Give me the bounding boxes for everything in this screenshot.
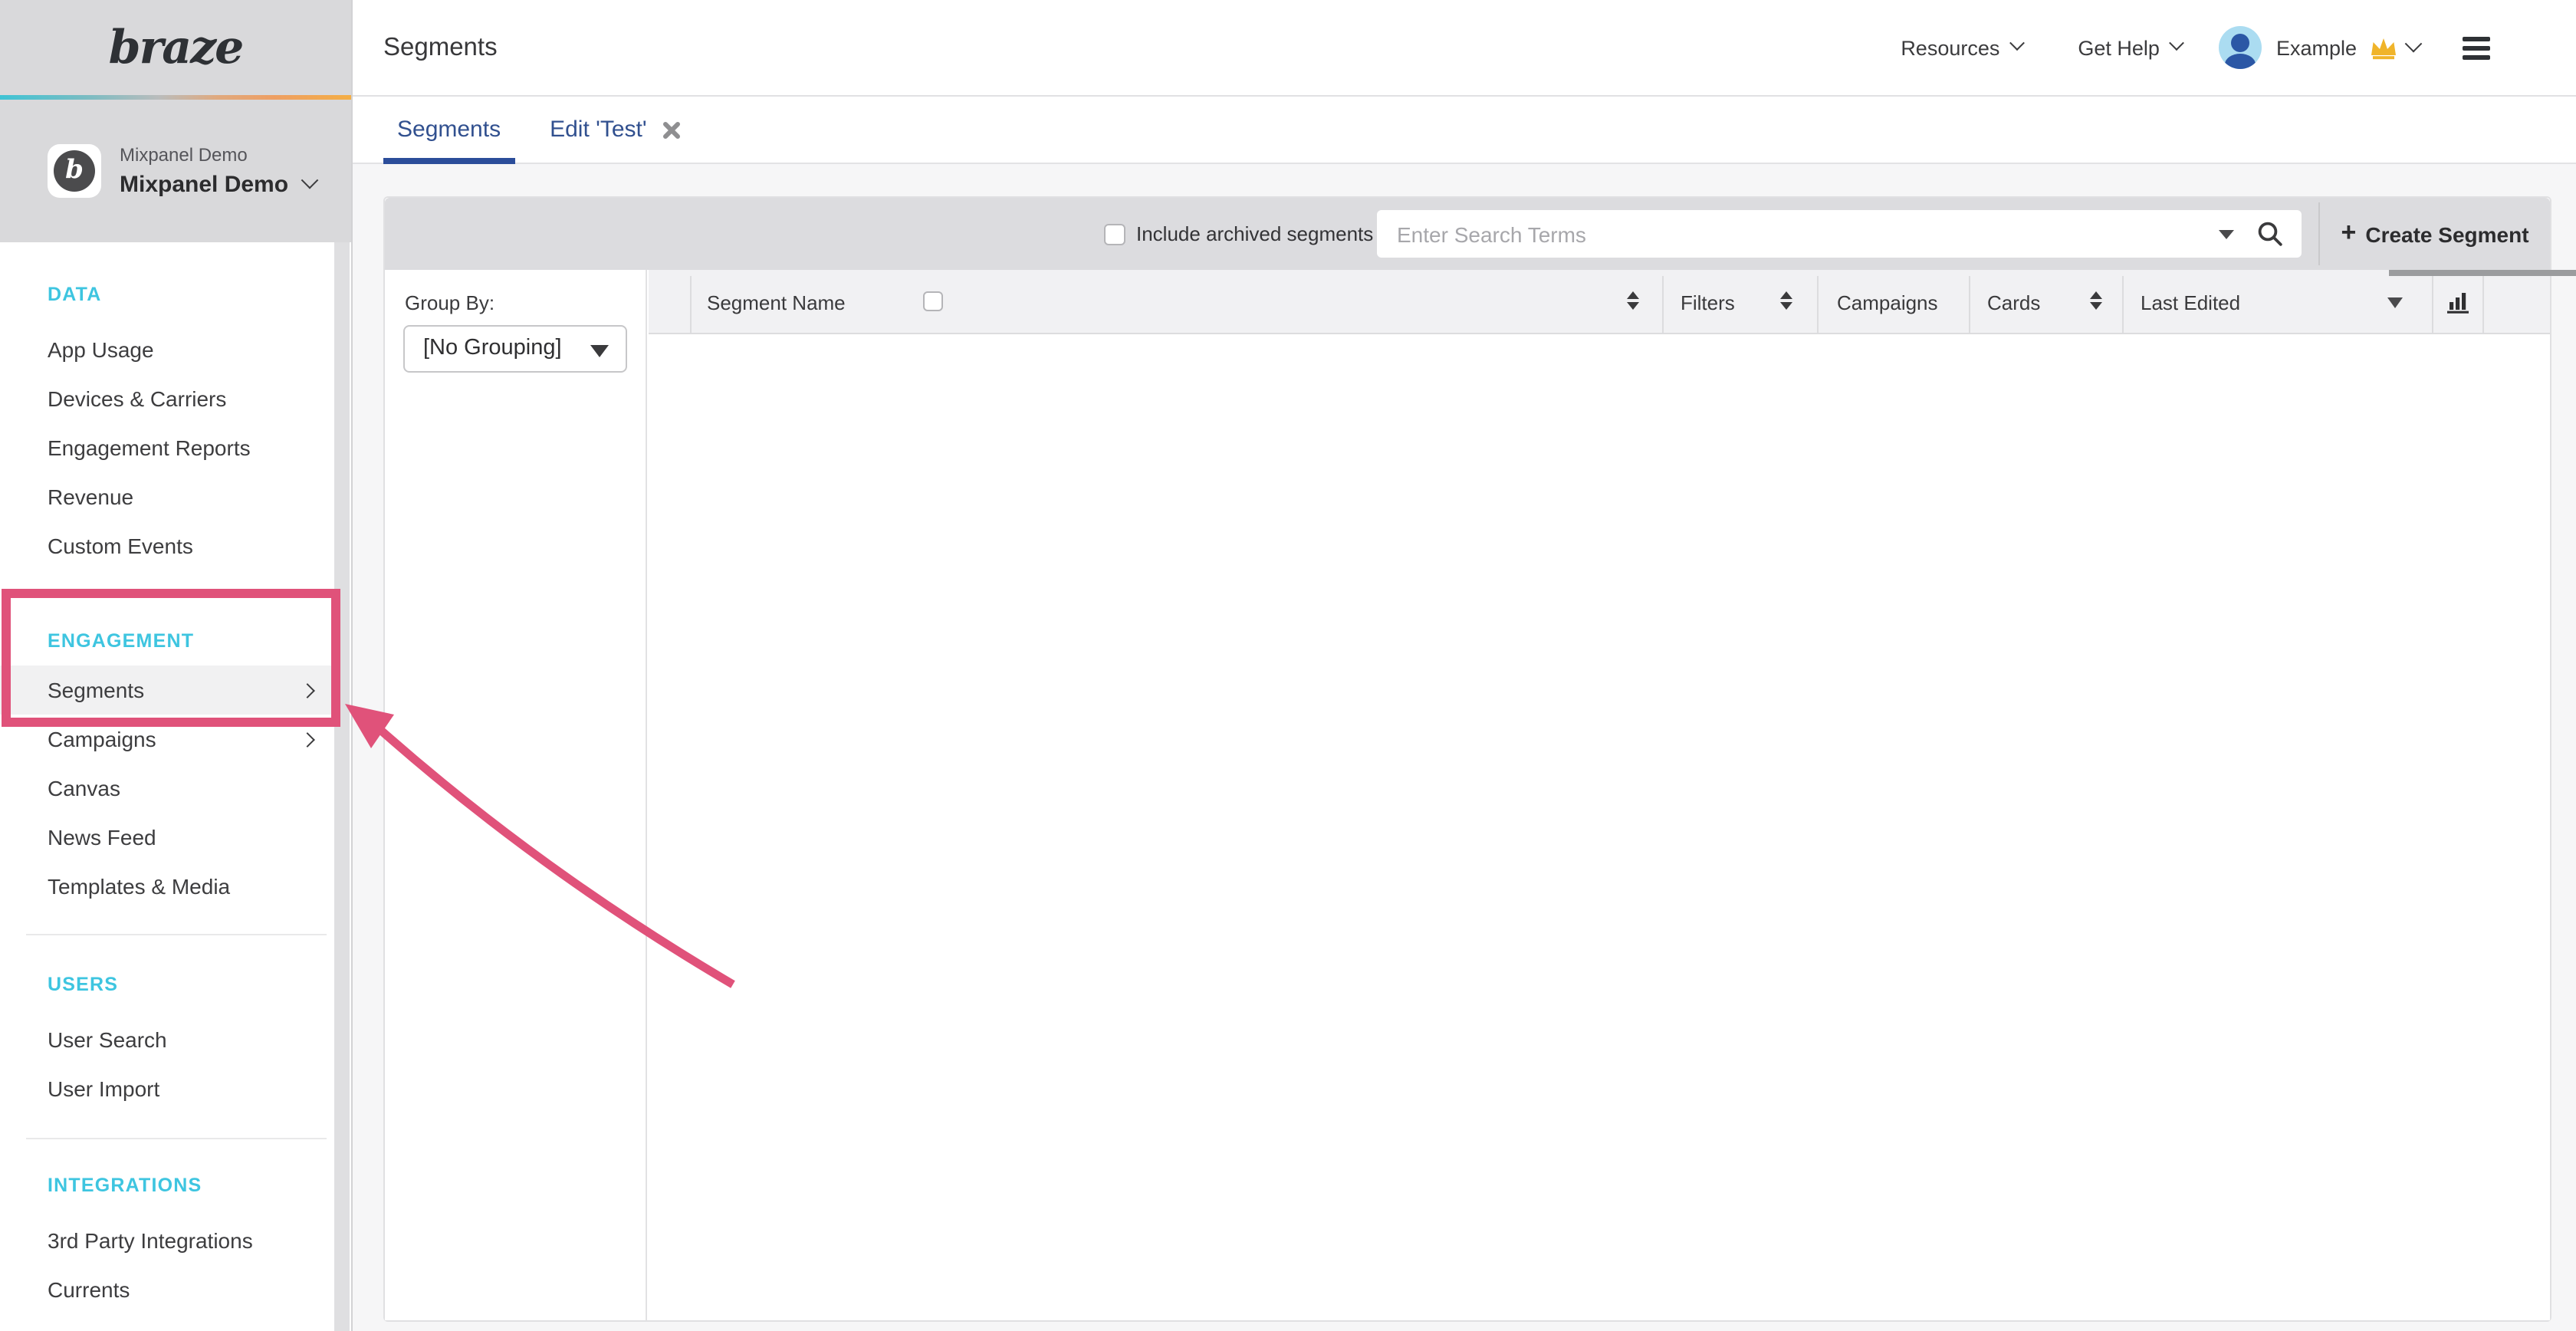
sidebar-divider xyxy=(26,934,327,935)
search-icon[interactable] xyxy=(2257,221,2283,255)
workspace-icon: b xyxy=(48,144,101,198)
user-name[interactable]: Example xyxy=(2276,36,2357,59)
filter-bar: Include archived segments + Create Segme… xyxy=(385,198,2550,270)
workspace-icon-circle: b xyxy=(54,150,95,192)
search-input[interactable] xyxy=(1377,210,2302,258)
sidebar-divider xyxy=(26,1138,327,1139)
group-by-label: Group By: xyxy=(405,291,495,314)
active-tab-underline xyxy=(383,157,514,163)
workspace-selector[interactable]: b Mixpanel Demo Mixpanel Demo xyxy=(0,100,351,242)
brand-header: braze xyxy=(0,0,351,95)
dropdown-caret-icon xyxy=(590,345,609,357)
get-help-menu[interactable]: Get Help xyxy=(2078,36,2183,59)
column-filters[interactable]: Filters xyxy=(1681,270,1735,334)
page-title: Segments xyxy=(383,33,498,62)
sidebar-item-3rd-party-integrations[interactable]: 3rd Party Integrations xyxy=(0,1216,331,1265)
crown-icon xyxy=(2369,35,2398,60)
chevron-right-icon xyxy=(300,732,315,748)
select-all-checkbox[interactable] xyxy=(923,291,943,311)
horizontal-scrollbar-thumb[interactable] xyxy=(2389,270,2576,276)
sidebar-item-currents[interactable]: Currents xyxy=(0,1265,331,1314)
sort-icon[interactable] xyxy=(1627,291,1639,310)
workspace-app-name: Mixpanel Demo xyxy=(120,144,316,166)
workspace-name: Mixpanel Demo xyxy=(120,172,288,198)
sort-caret-icon[interactable] xyxy=(2387,297,2403,308)
braze-dashboard: braze b Mixpanel Demo Mixpanel Demo DATA xyxy=(0,0,2576,1331)
sidebar-section-data: DATA xyxy=(0,276,351,313)
workspace-text: Mixpanel Demo Mixpanel Demo xyxy=(120,144,316,198)
sidebar-item-canvas[interactable]: Canvas xyxy=(0,764,331,813)
group-by-value: [No Grouping] xyxy=(423,336,562,360)
sidebar-item-engagement-reports[interactable]: Engagement Reports xyxy=(0,423,331,472)
segments-card: Include archived segments + Create Segme… xyxy=(383,196,2551,1322)
sidebar-scrollbar[interactable] xyxy=(334,242,350,1331)
tab-edit-test[interactable]: Edit 'Test' xyxy=(536,96,695,163)
include-archived-label: Include archived segments xyxy=(1136,222,1373,245)
table-header: Segment Name Filters Campaigns Cards Las… xyxy=(649,270,2550,334)
sort-icon[interactable] xyxy=(1780,291,1792,310)
sidebar-item-news-feed[interactable]: News Feed xyxy=(0,813,331,862)
sidebar-section-users: USERS xyxy=(0,966,351,1003)
search-dropdown-caret-icon[interactable] xyxy=(2219,230,2234,239)
sidebar-item-devices-carriers[interactable]: Devices & Carriers xyxy=(0,374,331,423)
workspace-icon-letter: b xyxy=(65,158,84,184)
chevron-down-icon xyxy=(2170,35,2185,51)
sidebar-item-campaigns[interactable]: Campaigns xyxy=(0,715,331,764)
avatar-person-icon xyxy=(2232,34,2250,52)
user-avatar[interactable] xyxy=(2220,26,2262,69)
resources-menu[interactable]: Resources xyxy=(1901,36,2022,59)
table-body-empty xyxy=(649,334,2550,1320)
top-bar: Segments Resources Get Help Example xyxy=(353,0,2576,97)
sidebar-item-revenue[interactable]: Revenue xyxy=(0,472,331,521)
sidebar-section-engagement: ENGAGEMENT xyxy=(0,623,351,659)
sidebar-item-custom-events[interactable]: Custom Events xyxy=(0,521,331,570)
sidebar: braze b Mixpanel Demo Mixpanel Demo DATA xyxy=(0,0,353,1331)
tab-segments[interactable]: Segments xyxy=(383,96,514,163)
group-by-panel: Group By: [No Grouping] xyxy=(385,270,647,1320)
tab-bar: Segments Edit 'Test' xyxy=(353,97,2576,164)
sidebar-item-segments[interactable]: Segments xyxy=(0,666,331,715)
column-segment-name[interactable]: Segment Name xyxy=(707,270,846,334)
analytics-chart-icon[interactable] xyxy=(2446,290,2472,322)
sidebar-item-user-import[interactable]: User Import xyxy=(0,1064,331,1113)
sidebar-nav: DATA App Usage Devices & Carriers Engage… xyxy=(0,276,351,1314)
search-box xyxy=(1377,210,2302,258)
braze-logo: braze xyxy=(109,21,243,74)
sidebar-section-integrations: INTEGRATIONS xyxy=(0,1167,351,1204)
column-cards[interactable]: Cards xyxy=(1987,270,2040,334)
chevron-down-icon[interactable] xyxy=(2405,35,2423,52)
group-by-select[interactable]: [No Grouping] xyxy=(403,325,627,373)
create-segment-button[interactable]: + Create Segment xyxy=(2320,198,2550,270)
column-last-edited[interactable]: Last Edited xyxy=(2141,270,2240,334)
column-campaigns[interactable]: Campaigns xyxy=(1837,270,1938,334)
hamburger-menu-icon[interactable] xyxy=(2463,36,2490,59)
plus-icon: + xyxy=(2341,218,2356,248)
chevron-down-icon xyxy=(2009,35,2025,51)
sidebar-item-templates-media[interactable]: Templates & Media xyxy=(0,862,331,911)
close-tab-icon[interactable] xyxy=(662,120,681,139)
chevron-right-icon xyxy=(300,683,315,698)
chevron-down-icon xyxy=(301,172,319,189)
sidebar-item-user-search[interactable]: User Search xyxy=(0,1015,331,1064)
sidebar-item-app-usage[interactable]: App Usage xyxy=(0,325,331,374)
include-archived-checkbox[interactable] xyxy=(1104,224,1125,245)
sort-icon[interactable] xyxy=(2090,291,2102,310)
